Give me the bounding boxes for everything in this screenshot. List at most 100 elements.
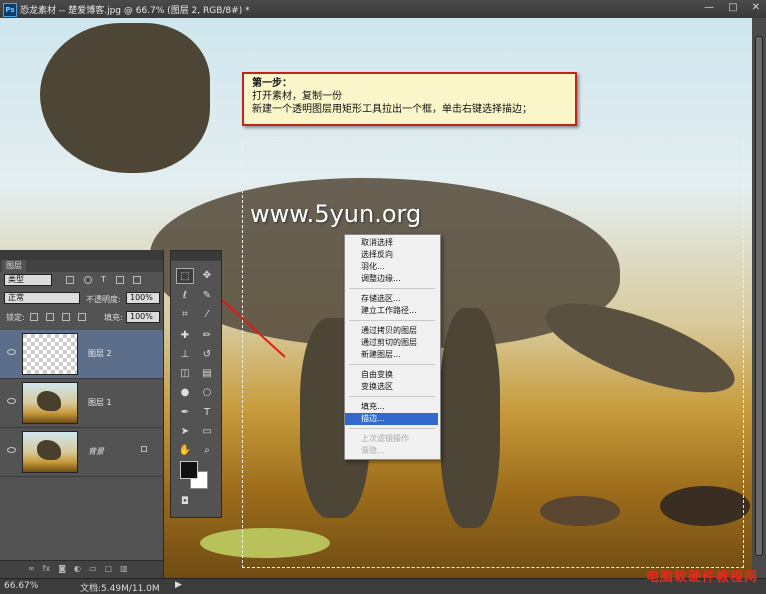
type-tool-icon[interactable]: T <box>198 405 216 421</box>
mask-icon[interactable]: ◙ <box>58 564 66 573</box>
menu-item-free-transform[interactable]: 自由变换 <box>345 369 438 381</box>
menu-item-refine-edge[interactable]: 调整边缘... <box>345 273 438 285</box>
menu-item-new-layer[interactable]: 新建图层... <box>345 349 438 361</box>
panel-header[interactable] <box>0 250 163 260</box>
link-icon[interactable]: ∞ <box>28 564 35 573</box>
visibility-eye-icon[interactable] <box>7 398 16 404</box>
opacity-label: 不透明度: <box>86 295 121 304</box>
layer-name: 背景 <box>88 447 104 456</box>
lock-brush-icon[interactable] <box>46 313 54 321</box>
hand-tool-icon[interactable]: ✋ <box>176 443 194 459</box>
step-annotation-box: 第一步： 打开素材，复制一份 新建一个透明图层用矩形工具拉出一个框，单击右键选择… <box>242 72 577 126</box>
blur-tool-icon[interactable]: ● <box>176 385 194 401</box>
move-tool-icon[interactable]: ✥ <box>198 268 216 284</box>
bottom-watermark: 电脑软硬件教程网 <box>645 570 758 585</box>
eraser-tool-icon[interactable]: ◫ <box>176 366 194 382</box>
dinosaur-head <box>40 23 210 173</box>
zoom-level[interactable]: 66.67% <box>4 581 38 591</box>
layer-thumbnail <box>22 431 78 473</box>
foreground-color-swatch[interactable] <box>180 461 198 479</box>
filter-kind-dropdown[interactable]: 类型 <box>4 274 52 286</box>
minimize-button[interactable]: — <box>704 2 714 13</box>
menu-separator <box>349 396 435 397</box>
adjustment-icon[interactable]: ◐ <box>74 564 81 573</box>
step-title: 第一步： <box>252 78 292 89</box>
lock-icon <box>141 446 147 452</box>
fill-input[interactable]: 100% <box>126 311 160 323</box>
menu-item-fade: 渐隐... <box>361 446 385 455</box>
blend-mode-value: 正常 <box>8 293 24 302</box>
menu-item-select-inverse[interactable]: 选择反向 <box>345 249 438 261</box>
status-menu-arrow-icon[interactable]: ▶ <box>175 580 182 590</box>
menu-item-make-work-path[interactable]: 建立工作路径... <box>345 305 438 317</box>
layer-thumbnail <box>22 382 78 424</box>
healing-brush-tool-icon[interactable]: ✚ <box>176 328 194 344</box>
smart-object-filter-icon[interactable] <box>133 276 141 284</box>
menu-separator <box>349 428 435 429</box>
pen-tool-icon[interactable]: ✒ <box>176 405 194 421</box>
menu-separator <box>349 320 435 321</box>
shape-filter-icon[interactable] <box>116 276 124 284</box>
close-button[interactable]: ✕ <box>752 2 760 13</box>
zoom-tool-icon[interactable]: ⌕ <box>198 443 216 459</box>
gradient-tool-icon[interactable]: ▤ <box>198 366 216 382</box>
trash-icon[interactable]: ▥ <box>120 564 128 573</box>
menu-separator <box>349 288 435 289</box>
layer-row-background[interactable]: 背景 <box>0 428 163 477</box>
fx-icon[interactable]: fx <box>43 564 51 573</box>
lock-move-icon[interactable] <box>62 313 70 321</box>
maximize-button[interactable]: □ <box>728 2 737 13</box>
step-line-2: 新建一个透明图层用矩形工具拉出一个框，单击右键选择描边； <box>252 104 532 115</box>
menu-item-save-selection[interactable]: 存储选区... <box>345 293 438 305</box>
opacity-value: 100% <box>130 293 153 302</box>
pixel-filter-icon[interactable] <box>66 276 74 284</box>
window-controls: — □ ✕ <box>704 2 760 13</box>
lock-all-icon[interactable] <box>78 313 86 321</box>
tab-layers[interactable]: 图层 <box>2 260 26 272</box>
layer-thumbnail <box>22 333 78 375</box>
layers-panel-footer: ∞ fx ◙ ◐ ▭ ▢ ▥ <box>0 560 163 579</box>
vertical-scrollbar[interactable] <box>752 18 766 578</box>
group-icon[interactable]: ▭ <box>89 564 97 573</box>
step-line-1: 打开素材，复制一份 <box>252 91 342 102</box>
menu-item-transform-selection[interactable]: 变换选区 <box>345 381 438 393</box>
new-layer-icon[interactable]: ▢ <box>105 564 113 573</box>
opacity-input[interactable]: 100% <box>126 292 160 304</box>
adjustment-filter-icon[interactable] <box>84 276 92 284</box>
menu-separator <box>349 364 435 365</box>
menu-item-stroke[interactable]: 描边... <box>345 413 438 425</box>
menu-item-layer-via-copy[interactable]: 通过拷贝的图层 <box>345 325 438 337</box>
quick-selection-tool-icon[interactable]: ✎ <box>198 288 216 304</box>
eyedropper-tool-icon[interactable]: ⁄ <box>198 307 216 323</box>
menu-item-deselect[interactable]: 取消选择 <box>345 237 438 249</box>
layer-row-2[interactable]: 图层 2 <box>0 330 163 379</box>
crop-tool-icon[interactable]: ⌗ <box>176 307 194 323</box>
brush-tool-icon[interactable]: ✏ <box>198 328 216 344</box>
scrollbar-thumb[interactable] <box>755 36 763 556</box>
history-brush-tool-icon[interactable]: ↺ <box>198 347 216 363</box>
menu-item-fill[interactable]: 填充... <box>345 401 438 413</box>
visibility-eye-icon[interactable] <box>7 349 16 355</box>
context-menu: 取消选择 选择反向 羽化... 调整边缘... 存储选区... 建立工作路径..… <box>344 234 441 460</box>
blend-mode-dropdown[interactable]: 正常 <box>4 292 80 304</box>
clone-stamp-tool-icon[interactable]: ⊥ <box>176 347 194 363</box>
dodge-tool-icon[interactable]: ○ <box>198 385 216 401</box>
path-selection-tool-icon[interactable]: ➤ <box>176 424 194 440</box>
screen-mode-icon[interactable] <box>176 507 194 515</box>
window-title: 恐龙素材 -- 楚爱博客.jpg @ 66.7% (图层 2, RGB/8#) … <box>20 6 250 16</box>
layer-row-1[interactable]: 图层 1 <box>0 379 163 428</box>
visibility-eye-icon[interactable] <box>7 447 16 453</box>
menu-item-feather[interactable]: 羽化... <box>345 261 438 273</box>
rectangular-marquee-tool-icon[interactable]: ⬚ <box>176 268 194 284</box>
rectangle-tool-icon[interactable]: ▭ <box>198 424 216 440</box>
lock-transparent-icon[interactable] <box>30 313 38 321</box>
fill-label: 填充: <box>104 313 123 322</box>
document-size: 文档:5.49M/11.0M <box>80 584 160 594</box>
menu-item-layer-via-cut[interactable]: 通过剪切的图层 <box>345 337 438 349</box>
type-filter-icon[interactable]: T <box>101 275 106 284</box>
filter-kind-value: 类型 <box>8 275 24 284</box>
tools-header[interactable] <box>171 251 221 261</box>
lasso-tool-icon[interactable]: ℓ <box>176 288 194 304</box>
menu-item-last-filter: 上次滤镜操作 <box>361 434 409 443</box>
layer-name: 图层 2 <box>88 349 112 358</box>
